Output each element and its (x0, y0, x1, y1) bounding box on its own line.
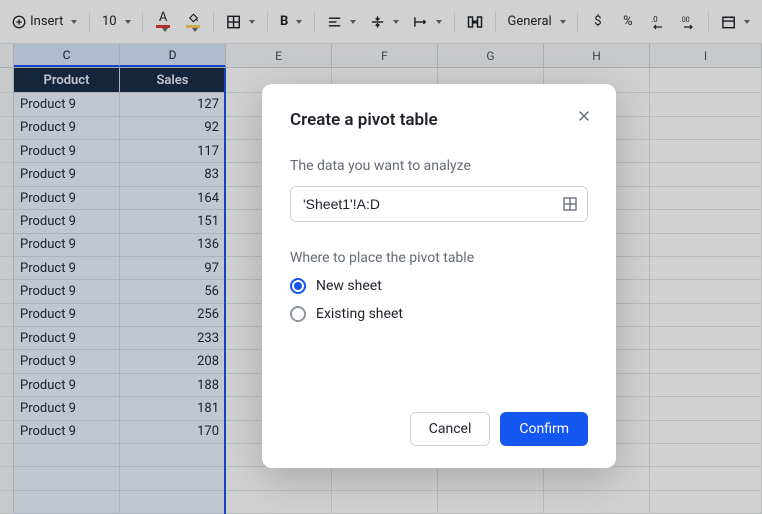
radio-label: New sheet (316, 278, 382, 294)
range-input[interactable] (290, 186, 588, 222)
pivot-table-dialog: Create a pivot table The data you want t… (262, 84, 616, 468)
dialog-title: Create a pivot table (290, 110, 588, 130)
radio-existing-sheet[interactable]: Existing sheet (290, 306, 588, 322)
grid-icon (562, 196, 578, 212)
radio-new-sheet[interactable]: New sheet (290, 278, 588, 294)
radio-indicator (290, 278, 306, 294)
range-picker-button[interactable] (562, 196, 578, 212)
confirm-label: Confirm (519, 421, 569, 437)
cancel-label: Cancel (429, 421, 472, 437)
cancel-button[interactable]: Cancel (410, 412, 491, 446)
place-label: Where to place the pivot table (290, 250, 588, 266)
close-button[interactable] (574, 106, 594, 126)
radio-indicator (290, 306, 306, 322)
confirm-button[interactable]: Confirm (500, 412, 588, 446)
close-icon (577, 109, 591, 123)
radio-label: Existing sheet (316, 306, 403, 322)
range-label: The data you want to analyze (290, 158, 588, 174)
